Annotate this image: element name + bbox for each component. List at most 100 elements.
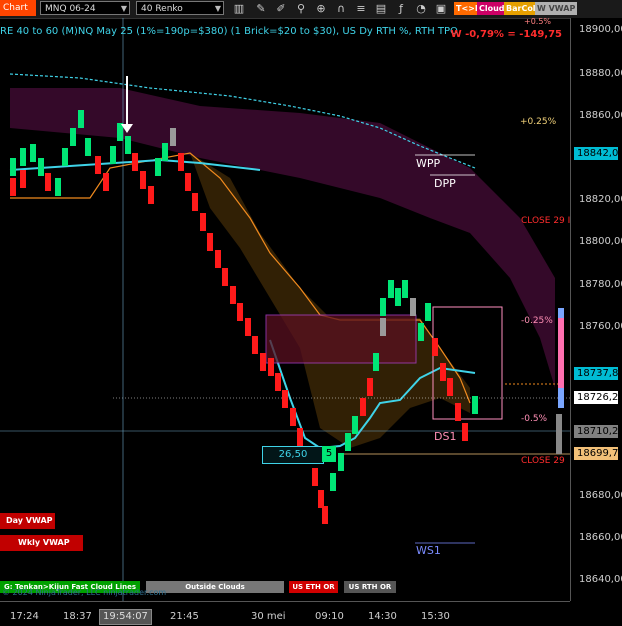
renko-brick xyxy=(85,138,91,156)
renko-brick xyxy=(103,173,109,191)
time-tick: 30 mei xyxy=(251,611,286,622)
price-tick: 18900,00 xyxy=(579,24,622,35)
pct-minus2-label: -0.5% xyxy=(521,414,548,424)
renko-brick xyxy=(472,396,478,414)
renko-brick xyxy=(418,323,424,341)
strategy-icon[interactable]: ◔ xyxy=(414,2,428,16)
renko-brick xyxy=(330,473,336,491)
properties-icon[interactable]: ▤ xyxy=(374,2,388,16)
renko-brick xyxy=(185,173,191,191)
renko-brick xyxy=(245,318,251,336)
chart-tab[interactable]: Chart xyxy=(0,0,36,16)
volume-bar-gray xyxy=(556,414,562,454)
chart-info-line: RE 40 to 60 (M)NQ May 25 (1%=190p=$380) … xyxy=(0,26,458,37)
price-axis[interactable]: 18900,00 18880,00 18860,00 18820,00 1880… xyxy=(570,18,622,601)
renko-brick xyxy=(322,506,328,524)
renko-brick xyxy=(95,156,101,174)
price-tag-last: 18726,25 xyxy=(574,391,622,404)
price-tick: 18660,00 xyxy=(579,532,622,543)
day-vwap-button[interactable]: Day VWAP xyxy=(0,513,55,529)
renko-brick xyxy=(148,186,154,204)
renko-brick xyxy=(20,148,26,166)
renko-brick xyxy=(380,318,386,336)
renko-brick xyxy=(360,398,366,416)
price-tick: 18680,00 xyxy=(579,490,622,501)
chevron-down-icon: ▼ xyxy=(214,4,221,13)
renko-brick xyxy=(345,433,351,451)
renko-brick xyxy=(402,280,408,298)
renko-brick xyxy=(38,158,44,176)
price-tag-cyan-2: 18737,89 xyxy=(574,367,622,380)
renko-brick xyxy=(338,453,344,471)
renko-brick xyxy=(45,173,51,191)
renko-brick xyxy=(62,148,68,166)
instrument-value: MNQ 06-24 xyxy=(45,4,96,14)
chevron-down-icon: ▼ xyxy=(120,4,127,13)
close-label-1: CLOSE 29 I xyxy=(521,216,571,226)
wkly-vwap-button[interactable]: Wkly VWAP xyxy=(0,535,83,551)
renko-brick xyxy=(192,193,198,211)
crosshair-icon[interactable]: ⊕ xyxy=(314,2,328,16)
time-tick: 15:30 xyxy=(421,611,450,622)
renko-brick xyxy=(447,378,453,396)
renko-brick xyxy=(132,153,138,171)
renko-brick xyxy=(410,298,416,316)
renko-brick xyxy=(78,110,84,128)
zoom-icon[interactable]: ⚲ xyxy=(294,2,308,16)
renko-brick xyxy=(155,158,161,176)
renko-brick xyxy=(432,338,438,356)
volume-bar-pink xyxy=(558,318,564,388)
renko-brick xyxy=(20,170,26,188)
renko-brick xyxy=(425,303,431,321)
price-tag-crosshair: 18710,25 xyxy=(574,425,622,438)
time-tick: 17:24 xyxy=(10,611,39,622)
close-label-2: CLOSE 29 xyxy=(521,456,565,466)
wvwap-toggle[interactable]: W VWAP xyxy=(535,2,578,15)
price-tag-cyan-1: 18842,07 xyxy=(574,147,622,160)
renko-brick xyxy=(395,288,401,306)
crosshair-time: 19:54:07 xyxy=(99,609,152,625)
renko-brick xyxy=(140,171,146,189)
list-icon[interactable]: ≡ xyxy=(354,2,368,16)
us-rth-or-button[interactable]: US RTH OR xyxy=(344,581,396,593)
bar-type-selector[interactable]: 40 Renko ▼ xyxy=(136,1,224,15)
price-tick: 18760,00 xyxy=(579,321,622,332)
chart-plot-area[interactable] xyxy=(0,18,570,601)
pencil-icon[interactable]: ✐ xyxy=(274,2,288,16)
renko-brick xyxy=(282,390,288,408)
renko-brick xyxy=(237,303,243,321)
renko-brick xyxy=(462,423,468,441)
barcolor-toggle[interactable]: BarCol xyxy=(504,2,538,15)
weekly-stat: W -0,79% = -149,75 xyxy=(450,29,562,40)
renko-brick xyxy=(200,213,206,231)
magnet-icon[interactable]: ∩ xyxy=(334,2,348,16)
cloud-toggle[interactable]: Cloud xyxy=(477,2,507,15)
renko-brick xyxy=(455,403,461,421)
renko-brick xyxy=(10,178,16,196)
renko-brick xyxy=(388,280,394,298)
template-icon[interactable]: ▣ xyxy=(434,2,448,16)
price-tick: 18780,00 xyxy=(579,279,622,290)
renko-brick xyxy=(290,408,296,426)
renko-brick xyxy=(260,353,266,371)
renko-brick xyxy=(380,298,386,316)
renko-brick xyxy=(373,353,379,371)
us-eth-or-button[interactable]: US ETH OR xyxy=(289,581,338,593)
price-tick: 18860,00 xyxy=(579,110,622,121)
renko-brick xyxy=(367,378,373,396)
time-axis[interactable]: 17:24 18:37 19:54:07 21:45 30 mei 09:10 … xyxy=(0,601,570,626)
indicators-icon[interactable]: ƒ xyxy=(394,2,408,16)
price-tick: 18800,00 xyxy=(579,236,622,247)
outside-clouds-button[interactable]: Outside Clouds xyxy=(146,581,284,593)
bars-icon[interactable]: ▥ xyxy=(232,2,246,16)
copyright-text: © 2024 NinjaTrader, LLC ninjatrader.com xyxy=(2,588,167,597)
renko-brick xyxy=(297,428,303,446)
instrument-selector[interactable]: MNQ 06-24 ▼ xyxy=(40,1,130,15)
draw-icon[interactable]: ✎ xyxy=(254,2,268,16)
renko-brick xyxy=(178,153,184,171)
renko-brick xyxy=(230,286,236,304)
renko-brick xyxy=(440,363,446,381)
time-tick: 21:45 xyxy=(170,611,199,622)
renko-brick xyxy=(170,128,176,146)
dpp-label: DPP xyxy=(434,177,456,190)
